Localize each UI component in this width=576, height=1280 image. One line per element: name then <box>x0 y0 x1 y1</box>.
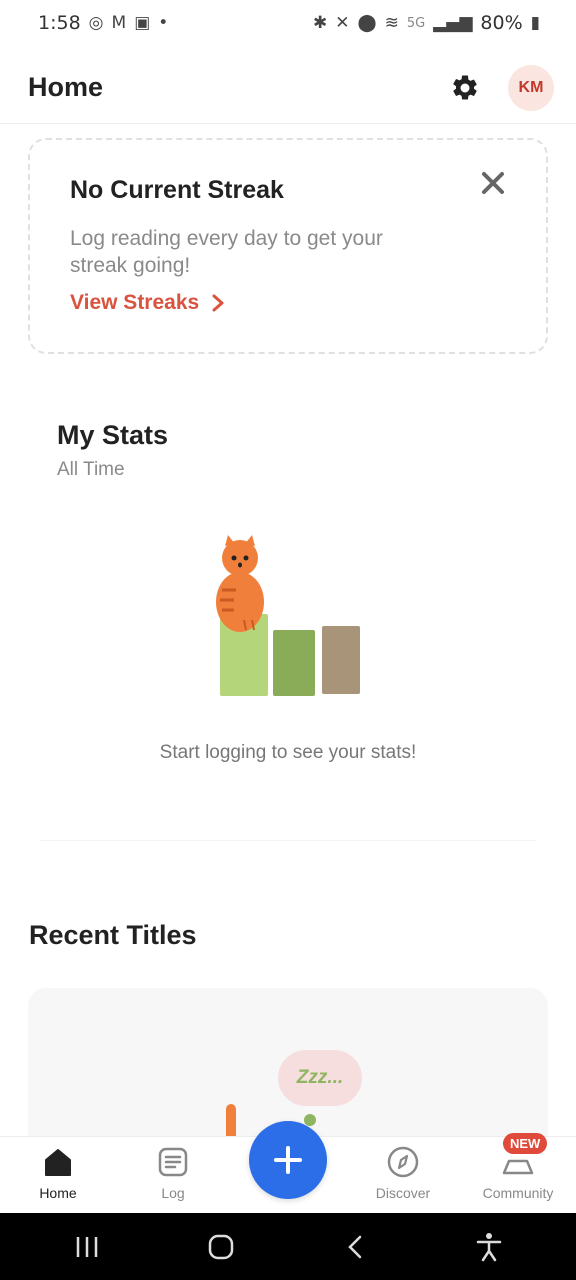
close-icon <box>482 172 504 194</box>
view-streaks-link[interactable]: View Streaks <box>70 291 506 315</box>
nav-discover-label: Discover <box>375 1185 431 1201</box>
community-icon: NEW <box>501 1133 548 1179</box>
plus-icon <box>274 1146 302 1174</box>
location-icon: ⬤ <box>357 12 377 33</box>
status-bar: 1:58 ◎ M ▣ • ✱ ✕ ⬤ ≋ 5G ▂▄▆ 80% ▮ <box>0 0 576 46</box>
accessibility-icon <box>476 1232 502 1261</box>
battery-level: 80% <box>480 12 523 34</box>
home-system-button[interactable] <box>201 1227 241 1267</box>
nav-home-label: Home <box>39 1185 77 1201</box>
view-streaks-label: View Streaks <box>70 291 200 314</box>
status-time: 1:58 <box>38 12 81 34</box>
accessibility-button[interactable] <box>469 1227 509 1267</box>
cat-on-bars-illustration <box>216 535 360 696</box>
nav-discover[interactable]: Discover <box>353 1145 453 1211</box>
wifi-icon: ≋ <box>384 12 399 33</box>
chevron-right-icon <box>212 294 224 312</box>
app-header: Home KM <box>0 52 576 124</box>
home-circle-icon <box>208 1234 234 1259</box>
nav-log-label: Log <box>161 1185 185 1201</box>
stats-period: All Time <box>57 459 125 480</box>
sleep-bubble: Zzz... <box>278 1050 362 1106</box>
nav-log[interactable]: Log <box>123 1145 223 1211</box>
image-icon: ▣ <box>134 12 151 33</box>
signal-icon: ▂▄▆ <box>433 12 473 33</box>
back-icon <box>348 1235 362 1258</box>
back-button[interactable] <box>335 1227 375 1267</box>
close-streak-button[interactable] <box>478 168 508 198</box>
gmail-icon: M <box>111 12 127 33</box>
home-icon <box>41 1145 75 1179</box>
dot-icon: • <box>158 12 169 33</box>
network-label: 5G <box>406 15 426 31</box>
nav-community-label: Community <box>482 1185 554 1201</box>
streak-title: No Current Streak <box>70 176 284 204</box>
settings-button[interactable] <box>448 71 482 105</box>
stats-title: My Stats <box>57 420 169 450</box>
system-nav-bar <box>0 1213 576 1280</box>
threads-icon: ◎ <box>88 12 104 33</box>
status-right: ✱ ✕ ⬤ ≋ 5G ▂▄▆ 80% ▮ <box>313 12 540 34</box>
status-left: 1:58 ◎ M ▣ • <box>38 12 168 34</box>
compass-icon <box>386 1145 420 1179</box>
stats-section: My Stats All Time <box>57 420 527 481</box>
streak-card: No Current Streak Log reading every day … <box>28 138 548 354</box>
avatar[interactable]: KM <box>508 64 554 111</box>
section-divider <box>40 840 536 841</box>
log-icon <box>156 1145 190 1179</box>
nav-community[interactable]: NEW Community <box>468 1133 568 1211</box>
recent-titles-heading: Recent Titles <box>29 920 197 950</box>
recent-apps-icon <box>76 1236 98 1257</box>
page-title: Home <box>28 72 104 102</box>
header-actions: KM <box>448 64 554 111</box>
new-badge: NEW <box>503 1133 548 1154</box>
stats-empty-message: Start logging to see your stats! <box>159 742 417 763</box>
recent-apps-button[interactable] <box>67 1227 107 1267</box>
streak-description: Log reading every day to get your streak… <box>70 227 383 277</box>
add-log-button[interactable] <box>249 1121 327 1199</box>
battery-icon: ▮ <box>530 12 540 33</box>
mute-icon: ✕ <box>335 12 350 33</box>
gear-icon <box>453 74 477 99</box>
bluetooth-icon: ✱ <box>313 12 328 33</box>
nav-home[interactable]: Home <box>8 1145 108 1211</box>
